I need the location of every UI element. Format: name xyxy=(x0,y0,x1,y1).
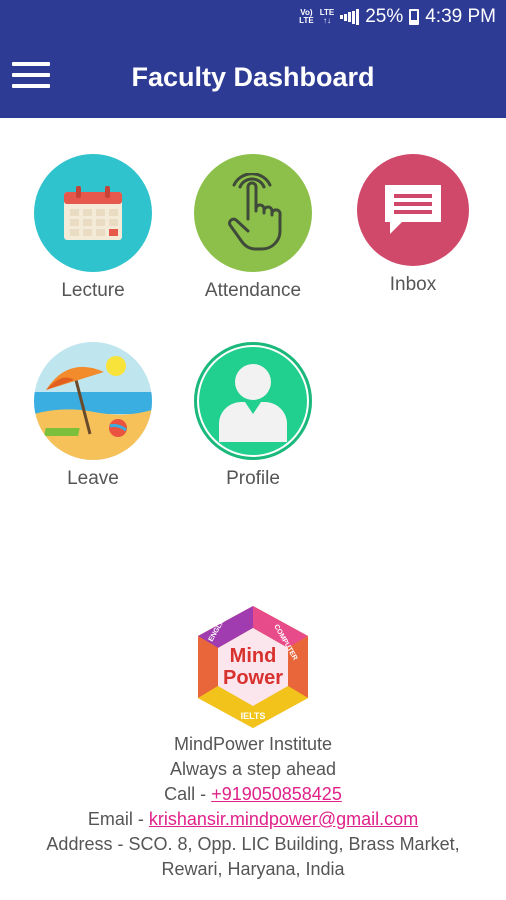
address-line-2: Rewari, Haryana, India xyxy=(161,859,345,879)
tile-label: Lecture xyxy=(61,280,125,301)
tile-label: Leave xyxy=(67,468,119,489)
tile-leave[interactable]: Leave xyxy=(23,342,163,490)
touch-hand-icon xyxy=(194,154,312,272)
call-line: Call - +919050858425 xyxy=(0,782,506,807)
battery-percent: 25% xyxy=(365,6,404,27)
tile-lecture[interactable]: Lecture xyxy=(23,154,163,302)
phone-link[interactable]: +919050858425 xyxy=(211,784,342,804)
tile-attendance[interactable]: Attendance xyxy=(183,154,323,302)
volte-icon: Vo) LTE xyxy=(299,8,314,25)
app-bar: Faculty Dashboard xyxy=(0,34,506,118)
tile-profile[interactable]: Profile xyxy=(183,342,323,490)
email-label: Email - xyxy=(87,809,149,829)
svg-text:Power: Power xyxy=(223,667,283,689)
message-icon xyxy=(357,154,469,266)
signal-icon xyxy=(340,9,360,25)
call-label: Call - xyxy=(164,784,212,804)
beach-icon xyxy=(34,342,152,460)
svg-text:IELTS: IELTS xyxy=(241,711,266,721)
page-title: Faculty Dashboard xyxy=(131,62,375,92)
tile-inbox[interactable]: Inbox xyxy=(343,154,483,296)
tile-label: Inbox xyxy=(389,274,437,295)
tile-label: Profile xyxy=(226,468,280,489)
footer: Mind Power IELTS ENGLISH COMPUTER MindPo… xyxy=(0,602,506,882)
battery-icon xyxy=(409,9,420,25)
status-bar: Vo) LTE LTE ↑↓ 25% 4:39 PM xyxy=(0,0,506,34)
tagline: Always a step ahead xyxy=(169,759,337,779)
calendar-icon xyxy=(34,154,152,272)
clock: 4:39 PM xyxy=(425,6,496,27)
lte-icon: LTE ↑↓ xyxy=(319,8,335,25)
mindpower-logo: Mind Power IELTS ENGLISH COMPUTER xyxy=(188,602,318,732)
email-link[interactable]: krishansir.mindpower@gmail.com xyxy=(149,809,418,829)
institute-name: MindPower Institute xyxy=(173,734,333,754)
email-line: Email - krishansir.mindpower@gmail.com xyxy=(0,807,506,832)
tile-label: Attendance xyxy=(204,280,302,301)
person-icon xyxy=(194,342,312,460)
svg-text:Mind: Mind xyxy=(230,645,277,667)
address-line-1: Address - SCO. 8, Opp. LIC Building, Bra… xyxy=(46,834,460,854)
